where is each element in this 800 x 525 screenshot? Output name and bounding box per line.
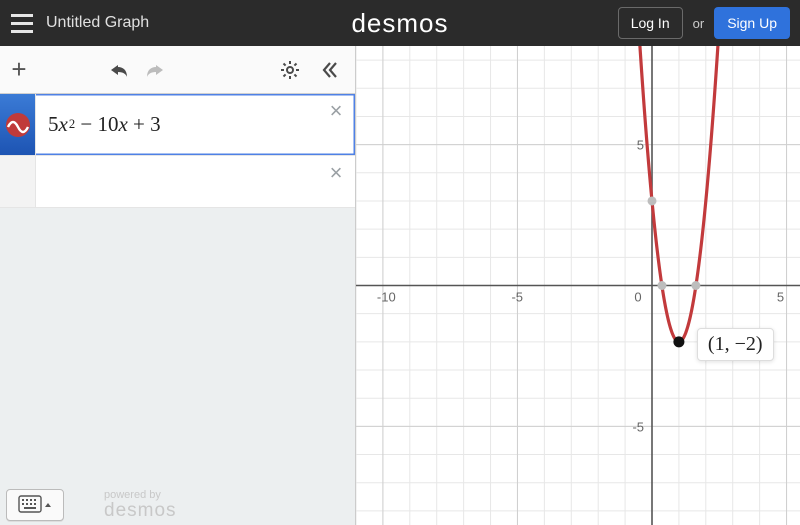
delete-expression-button[interactable]: × bbox=[325, 100, 347, 122]
or-text: or bbox=[693, 16, 705, 31]
main-menu-button[interactable] bbox=[0, 0, 44, 46]
graph-title[interactable]: Untitled Graph bbox=[46, 14, 149, 32]
expression-icon[interactable] bbox=[0, 94, 36, 155]
collapse-panel-button[interactable] bbox=[315, 55, 345, 85]
delete-expression-button[interactable]: × bbox=[325, 162, 347, 184]
svg-text:5: 5 bbox=[777, 290, 784, 305]
undo-button[interactable] bbox=[104, 55, 134, 85]
expression-panel: + bbox=[0, 46, 356, 525]
graph-canvas[interactable]: -10 -5 0 5 5 -5 (1, −2) bbox=[356, 46, 800, 525]
redo-button bbox=[140, 55, 170, 85]
settings-button[interactable] bbox=[275, 55, 305, 85]
svg-text:-10: -10 bbox=[377, 290, 396, 305]
login-button[interactable]: Log In bbox=[618, 7, 683, 39]
svg-text:-5: -5 bbox=[632, 419, 644, 434]
desmos-logo: desmos bbox=[351, 8, 448, 39]
keypad-toggle-button[interactable] bbox=[6, 489, 64, 521]
point-label: (1, −2) bbox=[697, 328, 774, 361]
signup-button[interactable]: Sign Up bbox=[714, 7, 790, 39]
expression-row-1[interactable]: 5x2 − 10x + 3 × bbox=[0, 94, 355, 156]
expression-input[interactable]: 5x2 − 10x + 3 bbox=[36, 94, 355, 155]
svg-text:0: 0 bbox=[634, 290, 641, 305]
expression-row-2[interactable]: × bbox=[0, 156, 355, 208]
svg-text:5: 5 bbox=[637, 138, 644, 153]
svg-text:-5: -5 bbox=[511, 290, 523, 305]
powered-by: powered by desmos bbox=[104, 490, 177, 520]
add-expression-button[interactable]: + bbox=[0, 46, 38, 94]
